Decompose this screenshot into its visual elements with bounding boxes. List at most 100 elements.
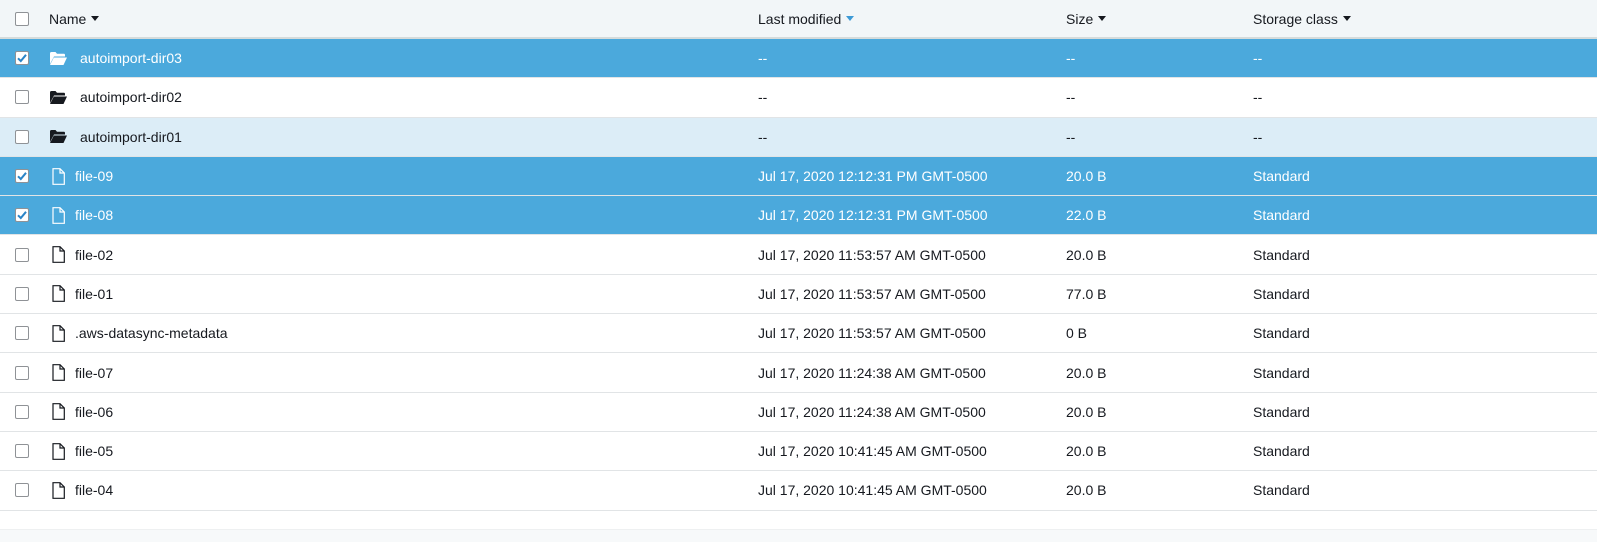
object-name[interactable]: autoimport-dir02 <box>80 89 182 105</box>
file-icon <box>49 442 67 460</box>
size: 22.0 B <box>1066 207 1107 224</box>
column-label: Storage class <box>1253 10 1338 27</box>
size: -- <box>1066 128 1076 145</box>
file-row[interactable]: file-06 Jul 17, 2020 11:24:38 AM GMT-050… <box>0 392 1597 432</box>
object-list: autoimport-dir03 -- -- -- autoimport-dir… <box>0 39 1597 511</box>
folder-icon <box>49 51 67 65</box>
storage-class: Standard <box>1253 443 1310 460</box>
table-header: Name Last modified Size Storage class <box>0 0 1597 39</box>
last-modified: Jul 17, 2020 12:12:31 PM GMT-0500 <box>758 168 988 185</box>
row-checkbox[interactable] <box>15 208 29 223</box>
size: 20.0 B <box>1066 443 1107 460</box>
last-modified: Jul 17, 2020 11:24:38 AM GMT-0500 <box>758 403 986 420</box>
storage-class: Standard <box>1253 364 1310 381</box>
row-checkbox[interactable] <box>15 51 29 66</box>
file-row[interactable]: file-04 Jul 17, 2020 10:41:45 AM GMT-050… <box>0 471 1597 511</box>
object-name[interactable]: .aws-datasync-metadata <box>75 325 228 341</box>
sort-caret-icon <box>91 16 100 21</box>
storage-class: Standard <box>1253 168 1310 185</box>
file-icon <box>49 206 67 224</box>
file-row[interactable]: file-05 Jul 17, 2020 10:41:45 AM GMT-050… <box>0 431 1597 472</box>
column-header-name[interactable]: Name <box>49 0 100 37</box>
file-row[interactable]: file-09 Jul 17, 2020 12:12:31 PM GMT-050… <box>0 156 1597 197</box>
column-label: Size <box>1066 10 1094 27</box>
file-row[interactable]: .aws-datasync-metadata Jul 17, 2020 11:5… <box>0 314 1597 354</box>
sort-caret-icon <box>1342 16 1351 21</box>
storage-class: Standard <box>1253 403 1310 420</box>
file-row[interactable]: file-02 Jul 17, 2020 11:53:57 AM GMT-050… <box>0 235 1597 275</box>
last-modified: Jul 17, 2020 11:53:57 AM GMT-0500 <box>758 285 986 302</box>
object-name[interactable]: file-09 <box>75 168 113 184</box>
storage-class: Standard <box>1253 482 1310 499</box>
object-name[interactable]: file-02 <box>75 247 113 263</box>
table-footer <box>0 529 1597 542</box>
storage-class: Standard <box>1253 285 1310 302</box>
column-header-size[interactable]: Size <box>1066 0 1107 37</box>
object-name[interactable]: file-01 <box>75 286 113 302</box>
size: 20.0 B <box>1066 246 1107 263</box>
storage-class: -- <box>1253 89 1263 106</box>
storage-class: Standard <box>1253 325 1310 342</box>
last-modified: -- <box>758 128 768 145</box>
storage-class: Standard <box>1253 246 1310 263</box>
storage-class: Standard <box>1253 207 1310 224</box>
size: -- <box>1066 50 1076 67</box>
column-label: Last modified <box>758 10 842 27</box>
last-modified: Jul 17, 2020 10:41:45 AM GMT-0500 <box>758 482 987 499</box>
file-icon <box>49 324 67 342</box>
object-name[interactable]: file-04 <box>75 482 113 498</box>
file-icon <box>49 285 67 303</box>
storage-class: -- <box>1253 128 1263 145</box>
last-modified: Jul 17, 2020 12:12:31 PM GMT-0500 <box>758 207 988 224</box>
column-label: Name <box>49 10 87 27</box>
last-modified: -- <box>758 50 768 67</box>
file-icon <box>49 364 67 381</box>
object-name[interactable]: file-07 <box>75 365 113 381</box>
object-name[interactable]: autoimport-dir01 <box>80 129 182 145</box>
file-icon <box>49 246 67 264</box>
object-name[interactable]: file-06 <box>75 404 113 420</box>
file-icon <box>49 403 67 421</box>
size: 20.0 B <box>1066 482 1107 499</box>
last-modified: Jul 17, 2020 10:41:45 AM GMT-0500 <box>758 443 987 460</box>
object-name[interactable]: file-08 <box>75 207 113 223</box>
storage-class: -- <box>1253 50 1263 67</box>
last-modified: Jul 17, 2020 11:53:57 AM GMT-0500 <box>758 246 986 263</box>
folder-row[interactable]: autoimport-dir03 -- -- -- <box>0 39 1597 79</box>
file-row[interactable]: file-07 Jul 17, 2020 11:24:38 AM GMT-050… <box>0 353 1597 393</box>
size: 20.0 B <box>1066 168 1107 185</box>
size: 20.0 B <box>1066 364 1107 381</box>
folder-row[interactable]: autoimport-dir01 -- -- -- <box>0 117 1597 157</box>
row-checkbox[interactable] <box>15 326 29 341</box>
folder-row[interactable]: autoimport-dir02 -- -- -- <box>0 78 1597 118</box>
row-checkbox[interactable] <box>15 247 29 262</box>
column-header-last-modified[interactable]: Last modified <box>758 0 855 37</box>
sort-caret-icon <box>1098 16 1107 21</box>
file-row[interactable]: file-08 Jul 17, 2020 12:12:31 PM GMT-050… <box>0 196 1597 236</box>
folder-icon <box>49 90 67 104</box>
last-modified: Jul 17, 2020 11:53:57 AM GMT-0500 <box>758 325 986 342</box>
row-checkbox[interactable] <box>15 365 29 380</box>
row-checkbox[interactable] <box>15 90 29 105</box>
file-row[interactable]: file-01 Jul 17, 2020 11:53:57 AM GMT-050… <box>0 274 1597 315</box>
object-name[interactable]: file-05 <box>75 443 113 459</box>
size: 0 B <box>1066 325 1088 342</box>
column-header-storage-class[interactable]: Storage class <box>1253 0 1351 37</box>
row-checkbox[interactable] <box>15 483 29 498</box>
row-checkbox[interactable] <box>15 444 29 459</box>
size: 77.0 B <box>1066 285 1107 302</box>
last-modified: Jul 17, 2020 11:24:38 AM GMT-0500 <box>758 364 986 381</box>
row-checkbox[interactable] <box>15 129 29 144</box>
file-icon <box>49 167 67 185</box>
object-name[interactable]: autoimport-dir03 <box>80 50 182 66</box>
folder-icon <box>49 130 67 144</box>
file-icon <box>49 482 67 499</box>
size: -- <box>1066 89 1076 106</box>
row-checkbox[interactable] <box>15 404 29 419</box>
last-modified: -- <box>758 89 768 106</box>
size: 20.0 B <box>1066 403 1107 420</box>
row-checkbox[interactable] <box>15 286 29 301</box>
row-checkbox[interactable] <box>15 169 29 184</box>
select-all-checkbox[interactable] <box>15 11 29 26</box>
sort-caret-active-icon <box>846 16 855 21</box>
